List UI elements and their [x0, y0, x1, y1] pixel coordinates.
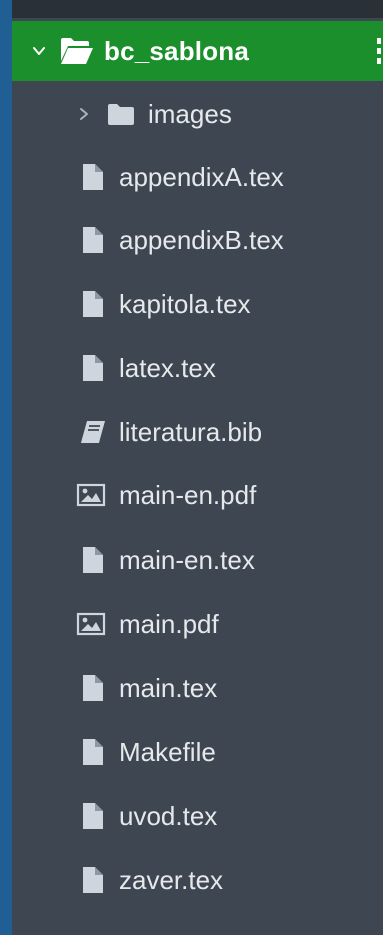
- file-icon: [83, 547, 103, 573]
- tree-item-label: uvod.tex: [119, 801, 218, 831]
- chevron-right-icon[interactable]: [78, 106, 90, 122]
- tree-item-label: main.tex: [119, 673, 218, 703]
- tree-item-appendixb[interactable]: appendixB.tex: [12, 210, 383, 272]
- tree-item-main-tex[interactable]: main.tex: [12, 658, 383, 720]
- file-icon: [83, 291, 103, 317]
- tree-item-zaver[interactable]: zaver.tex: [12, 850, 383, 912]
- tree-root-label: bc_sablona: [104, 36, 250, 66]
- tree-item-kapitola[interactable]: kapitola.tex: [12, 274, 383, 336]
- file-icon: [83, 675, 103, 701]
- chevron-down-icon[interactable]: [32, 44, 46, 58]
- tree-item-label: Makefile: [119, 737, 216, 767]
- tree-item-literatura[interactable]: literatura.bib: [12, 402, 383, 464]
- file-icon: [83, 164, 103, 190]
- tree-item-label: latex.tex: [119, 353, 216, 383]
- tree-item-label: appendixA.tex: [119, 162, 284, 192]
- tree-item-images[interactable]: images: [12, 84, 383, 146]
- file-icon: [83, 355, 103, 381]
- tree-item-main-en-tex[interactable]: main-en.tex: [12, 530, 383, 592]
- image-icon: [76, 483, 106, 507]
- file-icon: [83, 227, 103, 253]
- tree-item-appendixa[interactable]: appendixA.tex: [12, 147, 383, 209]
- file-icon: [83, 803, 103, 829]
- book-icon: [81, 421, 105, 443]
- tree-item-label: zaver.tex: [119, 865, 224, 895]
- tree-item-latex[interactable]: latex.tex: [12, 338, 383, 400]
- tree-item-main-en-pdf[interactable]: main-en.pdf: [12, 465, 383, 527]
- window-edge: [0, 0, 12, 935]
- tree-item-makefile[interactable]: Makefile: [12, 722, 383, 784]
- image-icon: [76, 612, 106, 636]
- folder-open-icon: [61, 38, 93, 64]
- file-tree-panel: bc_sablona images appendixA.tex appendix…: [12, 18, 383, 935]
- tree-item-uvod[interactable]: uvod.tex: [12, 786, 383, 848]
- file-icon: [83, 739, 103, 765]
- panel-resize-handle[interactable]: [377, 38, 381, 64]
- file-icon: [83, 867, 103, 893]
- tree-item-main-pdf[interactable]: main.pdf: [12, 594, 383, 656]
- tree-item-label: appendixB.tex: [119, 225, 284, 255]
- tree-item-label: literatura.bib: [119, 417, 263, 447]
- tree-item-label: main.pdf: [119, 609, 219, 639]
- tree-root-folder[interactable]: bc_sablona: [12, 21, 383, 81]
- panel-header-strip: [12, 0, 383, 18]
- tree-item-label: main-en.pdf: [119, 480, 257, 510]
- tree-item-label: images: [148, 99, 232, 129]
- tree-item-label: kapitola.tex: [119, 289, 251, 319]
- folder-icon: [108, 104, 134, 125]
- tree-item-label: main-en.tex: [119, 545, 255, 575]
